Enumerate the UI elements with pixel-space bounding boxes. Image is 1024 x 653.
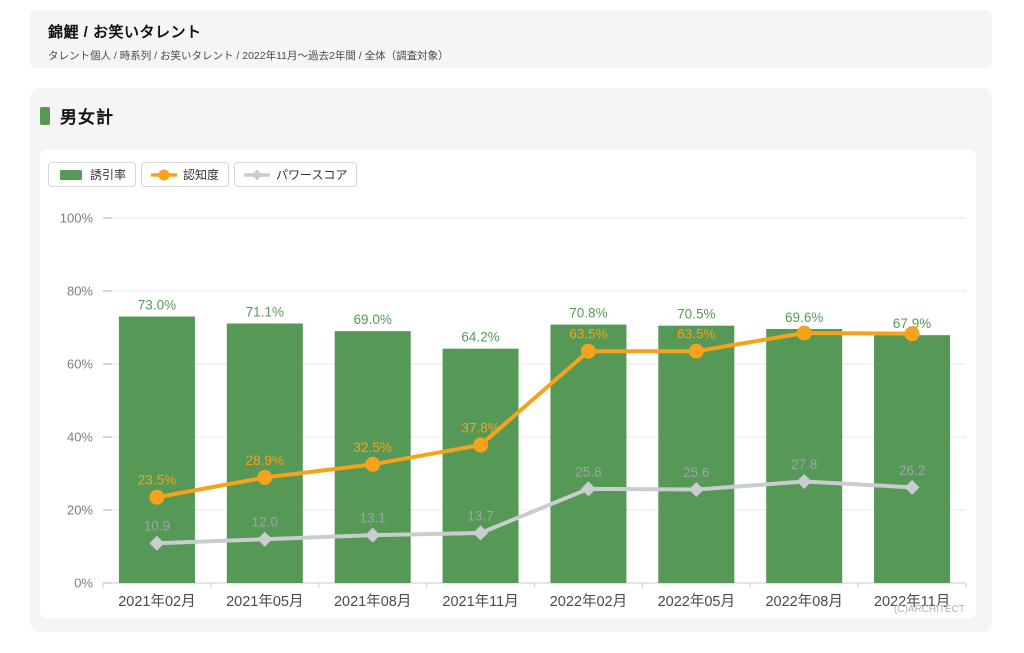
- section-marker-icon: [40, 107, 50, 125]
- report-header: 錦鯉 / お笑いタレント タレント個人 / 時系列 / お笑いタレント / 20…: [30, 10, 992, 68]
- line-value-label: 32.5%: [354, 440, 392, 455]
- legend-item-diamond-2[interactable]: パワースコア: [234, 162, 357, 187]
- diamond-marker-icon: [244, 168, 270, 182]
- line-point-2021年11月[interactable]: [473, 438, 488, 453]
- x-axis-label: 2022年05月: [658, 593, 735, 610]
- x-axis-label: 2021年08月: [334, 593, 411, 610]
- y-axis-label: 40%: [67, 430, 93, 445]
- line-point-2022年05月[interactable]: [689, 344, 704, 359]
- x-axis-label: 2022年02月: [550, 593, 627, 610]
- legend-item-bar-0[interactable]: 誘引率: [48, 162, 136, 187]
- circle-marker-icon: [151, 168, 177, 182]
- line-value-label: 23.5%: [138, 473, 176, 488]
- section-title: 男女計: [60, 103, 114, 128]
- line-value-label: 26.2: [899, 463, 925, 478]
- line-point-2021年05月[interactable]: [257, 470, 272, 485]
- bar-value-label: 69.0%: [354, 312, 392, 327]
- combo-chart: 0% 20% 40% 60% 80% 100% 2021年02月 2021年05月 2021年0…: [40, 150, 976, 618]
- line-value-label: 25.6: [683, 465, 709, 480]
- y-axis-label: 20%: [67, 503, 93, 518]
- line-value-label: 63.5%: [677, 327, 715, 342]
- bar-value-label: 71.1%: [246, 304, 284, 319]
- line-value-label: 13.7: [467, 508, 493, 523]
- line-point-2021年02月[interactable]: [149, 490, 164, 505]
- page-title: 錦鯉 / お笑いタレント: [48, 21, 974, 42]
- legend-label: パワースコア: [276, 166, 347, 183]
- chart-card: 誘引率 認知度 パワースコア 0% 20% 40% 60% 80% 100% 2021年02月 2…: [40, 150, 976, 618]
- y-axis-label: 60%: [67, 357, 93, 372]
- line-value-label: 63.5%: [569, 327, 607, 342]
- y-axis-label: 80%: [67, 284, 93, 299]
- y-axis-label: 100%: [60, 211, 94, 226]
- legend-label: 認知度: [183, 166, 219, 183]
- bar-2022年02月[interactable]: [550, 325, 626, 583]
- section-header: 男女計: [40, 103, 114, 128]
- line-point-2022年08月[interactable]: [797, 325, 812, 340]
- line-value-label: 27.8: [791, 457, 817, 472]
- bar-2022年05月[interactable]: [658, 326, 734, 583]
- bar-2022年11月[interactable]: [874, 335, 950, 583]
- legend-item-circle-1[interactable]: 認知度: [141, 162, 229, 187]
- line-point-2022年11月[interactable]: [905, 326, 920, 341]
- line-point-2021年08月[interactable]: [365, 457, 380, 472]
- bar-value-label: 73.0%: [138, 298, 176, 313]
- bar-value-label: 64.2%: [461, 330, 499, 345]
- line-value-label: 37.8%: [461, 421, 499, 436]
- page: 錦鯉 / お笑いタレント タレント個人 / 時系列 / お笑いタレント / 20…: [0, 0, 1024, 653]
- line-value-label: 13.1: [360, 511, 386, 526]
- x-axis-label: 2021年11月: [442, 593, 518, 610]
- bar-value-label: 70.8%: [569, 306, 607, 321]
- bar-value-label: 69.6%: [785, 310, 823, 325]
- line-value-label: 28.9%: [246, 453, 284, 468]
- line-value-label: 12.0: [252, 515, 278, 530]
- x-axis-label: 2021年02月: [118, 593, 195, 610]
- line-value-label: 10.9: [144, 519, 170, 534]
- x-axis-label: 2022年08月: [765, 593, 842, 610]
- chart-legend: 誘引率 認知度 パワースコア: [48, 162, 357, 187]
- section-panel: 男女計 誘引率 認知度 パワースコア 0% 20% 40% 60% 80% 100% 2021年…: [30, 88, 992, 632]
- breadcrumb: タレント個人 / 時系列 / お笑いタレント / 2022年11月〜過去2年間 …: [48, 48, 974, 63]
- bar-value-label: 70.5%: [677, 307, 715, 322]
- bar-2022年08月[interactable]: [766, 329, 842, 583]
- copyright-note: (C)ARCHITECT: [894, 604, 965, 615]
- line-point-2022年02月[interactable]: [581, 344, 596, 359]
- legend-label: 誘引率: [90, 166, 126, 183]
- x-axis-label: 2021年05月: [226, 593, 303, 610]
- bar-2021年11月[interactable]: [443, 349, 519, 583]
- y-axis-label: 0%: [74, 576, 93, 591]
- line-value-label: 25.8: [575, 464, 601, 479]
- bar-swatch-icon: [58, 168, 84, 182]
